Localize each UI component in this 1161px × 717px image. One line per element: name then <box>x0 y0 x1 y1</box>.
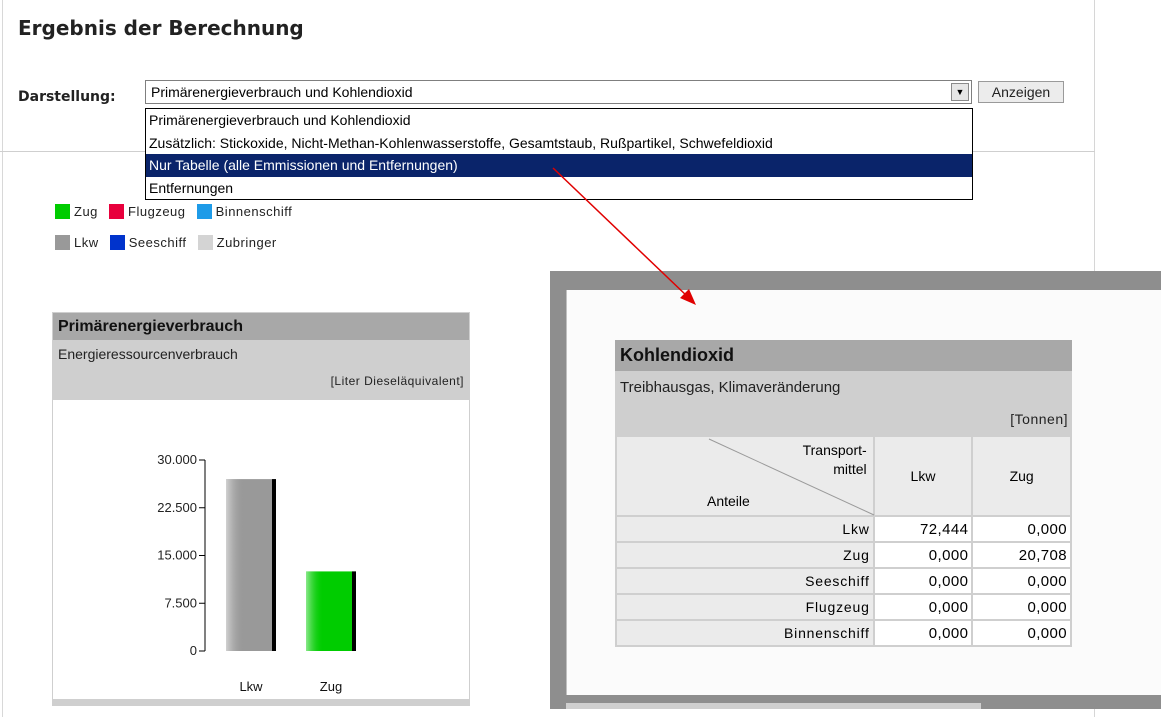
legend-swatch <box>197 235 213 250</box>
table-cell: 0,000 <box>872 541 974 569</box>
legend-item-zug: Zug <box>55 204 98 219</box>
co2-panel-unit: [Tonnen] <box>1010 411 1068 427</box>
bar-shadow <box>352 571 356 651</box>
darstellung-select-value: Primärenergieverbrauch und Kohlendioxid <box>151 84 413 100</box>
dropdown-option[interactable]: Zusätzlich: Stickoxide, Nicht-Methan-Koh… <box>146 132 972 155</box>
table-cell: 0,000 <box>872 619 974 647</box>
bar-shadow <box>272 479 276 651</box>
row-label: Lkw <box>615 515 875 543</box>
row-label: Zug <box>615 541 875 569</box>
table-cell: 0,000 <box>872 593 974 621</box>
co2-panel-subtitle: Treibhausgas, Klimaveränderung <box>620 379 841 396</box>
row-label: Flugzeug <box>615 593 875 621</box>
table-cell: 20,708 <box>971 541 1072 569</box>
bar-shine <box>306 571 356 651</box>
dropdown-option-highlighted[interactable]: Nur Tabelle (alle Emmissionen und Entfer… <box>146 154 972 177</box>
y-tick-label: 7.500 <box>164 595 197 610</box>
row-label: Binnenschiff <box>615 619 875 647</box>
table-corner-cell: Transport- mittel Anteile <box>615 435 875 517</box>
energy-panel-subtitle: Energieressourcenverbrauch <box>58 346 238 362</box>
y-tick-label: 15.000 <box>157 548 197 563</box>
legend-item-zubringer: Zubringer <box>197 235 277 250</box>
legend-row-2: Lkw Seeschiff Zubringer <box>55 235 284 253</box>
corner-label-transportmittel: Transport- mittel <box>802 442 867 477</box>
anzeigen-button[interactable]: Anzeigen <box>978 81 1064 103</box>
darstellung-label: Darstellung: <box>18 89 116 105</box>
y-tick-label: 30.000 <box>157 452 197 467</box>
table-row: Binnenschiff 0,000 0,000 <box>615 619 1072 647</box>
y-tick-label: 0 <box>190 643 197 658</box>
bar-shine <box>226 479 276 651</box>
legend-row-1: Zug Flugzeug Binnenschiff <box>55 204 299 222</box>
darstellung-select[interactable]: Primärenergieverbrauch und Kohlendioxid … <box>145 80 972 104</box>
energy-panel-subheader: Energieressourcenverbrauch [Liter Diesel… <box>53 340 469 400</box>
table-row: Lkw 72,444 0,000 <box>615 515 1072 543</box>
energy-bar-chart: 30.000 22.500 15.000 7.500 0 Lkw Zug <box>157 452 356 694</box>
legend-swatch <box>196 204 212 219</box>
table-row: Flugzeug 0,000 0,000 <box>615 593 1072 621</box>
energy-panel-unit: [Liter Dieseläquivalent] <box>330 374 464 388</box>
legend-item-seeschiff: Seeschiff <box>109 235 187 250</box>
column-header: Zug <box>971 435 1072 517</box>
table-cell: 0,000 <box>971 567 1072 595</box>
x-tick-label: Zug <box>320 679 342 694</box>
co2-panel-subheader: Treibhausgas, Klimaveränderung [Tonnen] <box>615 371 1072 435</box>
table-cell: 0,000 <box>971 515 1072 543</box>
column-header: Lkw <box>872 435 974 517</box>
legend-item-flugzeug: Flugzeug <box>109 204 185 219</box>
co2-table: Transport- mittel Anteile Lkw Zug Lkw 72… <box>615 435 1072 647</box>
corner-label-anteile: Anteile <box>707 493 750 509</box>
legend-item-lkw: Lkw <box>55 235 99 250</box>
screenshot-bottom-edge <box>566 703 981 709</box>
table-cell: 0,000 <box>971 619 1072 647</box>
legend-swatch <box>109 204 125 219</box>
table-row: Zug 0,000 20,708 <box>615 541 1072 569</box>
table-cell: 72,444 <box>872 515 974 543</box>
legend-swatch <box>55 235 70 250</box>
table-cell: 0,000 <box>872 567 974 595</box>
dropdown-option[interactable]: Entfernungen <box>146 177 972 200</box>
table-header-row: Transport- mittel Anteile Lkw Zug <box>615 435 1072 517</box>
darstellung-dropdown-list: Primärenergieverbrauch und Kohlendioxid … <box>145 108 973 200</box>
panel-footer <box>53 699 469 705</box>
table-row: Seeschiff 0,000 0,000 <box>615 567 1072 595</box>
chevron-down-icon[interactable]: ▼ <box>951 83 969 101</box>
co2-panel-title: Kohlendioxid <box>615 340 1072 371</box>
page-title: Ergebnis der Berechnung <box>18 16 304 40</box>
dropdown-option[interactable]: Primärenergieverbrauch und Kohlendioxid <box>146 109 972 132</box>
energy-panel-title: Primärenergieverbrauch <box>53 313 469 340</box>
y-tick-label: 22.500 <box>157 500 197 515</box>
legend-swatch <box>55 204 70 219</box>
legend-swatch <box>109 235 125 250</box>
energy-chart-panel: Primärenergieverbrauch Energieressourcen… <box>52 312 470 706</box>
table-cell: 0,000 <box>971 593 1072 621</box>
legend-item-binnenschiff: Binnenschiff <box>196 204 293 219</box>
x-tick-label: Lkw <box>239 679 263 694</box>
row-label: Seeschiff <box>615 567 875 595</box>
left-border <box>2 0 3 717</box>
